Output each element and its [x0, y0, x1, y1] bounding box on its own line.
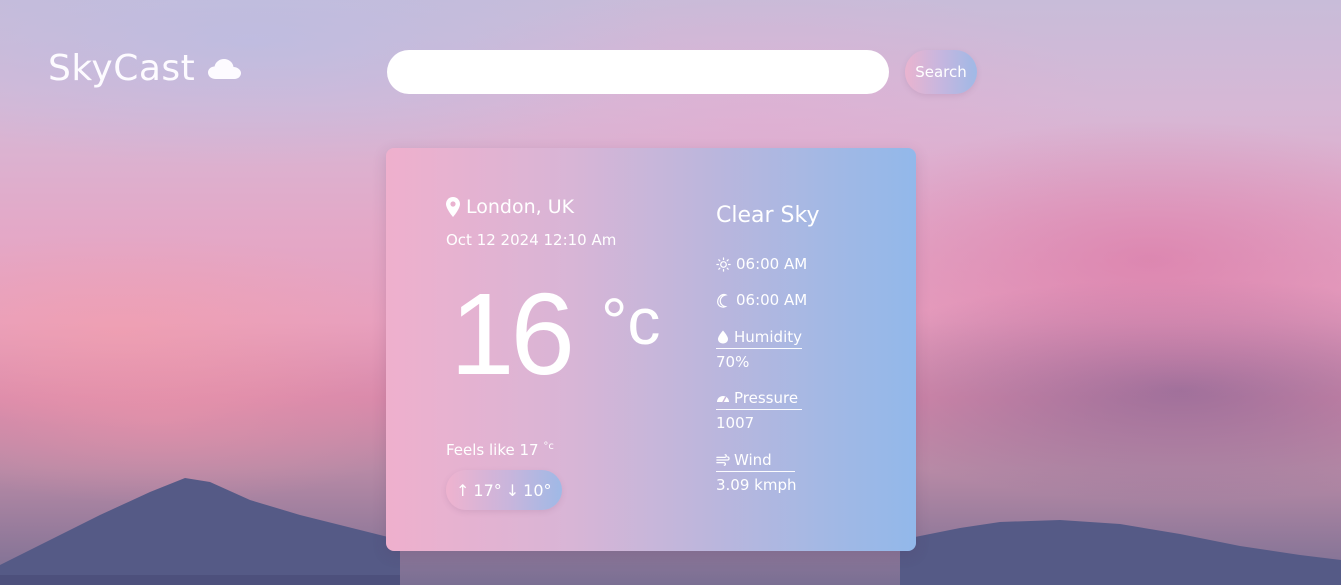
feels-like-unit: °c: [543, 441, 554, 452]
wind-value: 3.09 kmph: [716, 476, 797, 494]
temperature-value: 16: [450, 269, 575, 399]
pressure-label: Pressure: [716, 389, 802, 410]
temperature-unit: °c: [601, 284, 661, 358]
feels-like: Feels like 17 °c: [446, 441, 554, 459]
wind-label-text: Wind: [734, 451, 772, 469]
droplet-icon: [717, 330, 728, 344]
wind-icon: [716, 454, 730, 466]
map-pin-icon: [446, 197, 460, 217]
arrow-down-icon: ↓: [505, 480, 520, 500]
low-temp: 10°: [523, 480, 552, 500]
feels-like-text: Feels like 17: [446, 441, 539, 459]
search-input[interactable]: [387, 50, 889, 94]
humidity-label: Humidity: [716, 328, 802, 349]
moon-icon: [717, 293, 728, 308]
wind-label: Wind: [716, 451, 795, 472]
sunrise-row: 06:00 AM: [716, 255, 807, 273]
gauge-icon: [717, 396, 729, 403]
cloud-icon: [208, 58, 242, 79]
humidity-label-text: Humidity: [733, 328, 802, 346]
sunset-time: 06:00 AM: [736, 291, 808, 309]
humidity-value: 70%: [716, 353, 750, 371]
app-logo: SkyCast: [48, 48, 243, 89]
search-button[interactable]: Search: [905, 50, 977, 94]
sun-icon: [716, 256, 731, 272]
location: London, UK: [446, 196, 574, 218]
pressure-label-text: Pressure: [734, 389, 799, 407]
sunrise-time: 06:00 AM: [736, 255, 808, 273]
weather-condition: Clear Sky: [716, 203, 820, 228]
app-name: SkyCast: [48, 48, 196, 89]
sunset-row: 06:00 AM: [716, 291, 807, 309]
high-low-badge: ↑ 17° ↓ 10°: [446, 470, 562, 510]
date-time: Oct 12 2024 12:10 Am: [446, 231, 617, 249]
arrow-up-icon: ↑: [456, 480, 470, 500]
high-temp: 17°: [473, 480, 502, 500]
location-name: London, UK: [466, 196, 575, 218]
weather-card: London, UK Oct 12 2024 12:10 Am 16 °c Fe…: [386, 148, 916, 551]
pressure-value: 1007: [716, 414, 755, 432]
